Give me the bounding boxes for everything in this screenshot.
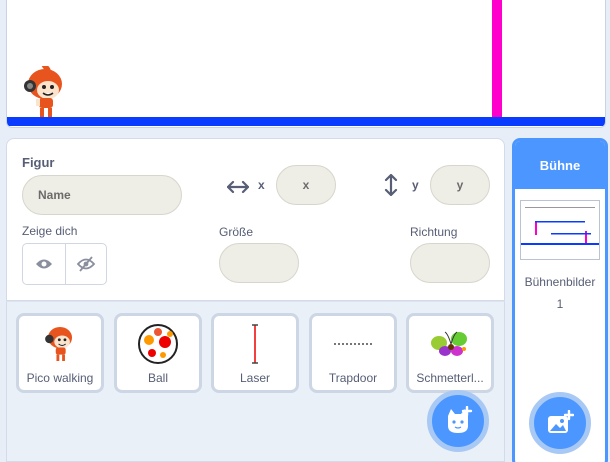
add-sprite-icon xyxy=(448,406,473,433)
size-input[interactable] xyxy=(219,243,299,283)
sprite-tile[interactable]: Schmetterl... xyxy=(406,313,494,393)
x-input[interactable]: x xyxy=(276,165,336,205)
ball-icon xyxy=(138,324,178,364)
eye-slash-icon xyxy=(76,256,95,272)
horizontal-arrow-icon xyxy=(227,180,249,194)
sprite-name: Pico walking xyxy=(26,371,94,385)
y-label: y xyxy=(412,178,419,192)
hide-sprite-button[interactable] xyxy=(64,244,107,284)
sprite-name: Laser xyxy=(239,371,271,385)
sprite-name: Trapdoor xyxy=(328,371,378,385)
trapdoor-icon xyxy=(334,343,372,345)
stage-floor xyxy=(7,117,605,126)
add-backdrop-icon xyxy=(548,410,574,433)
sprite-tile[interactable]: Pico walking xyxy=(16,313,104,393)
sprite-list: Pico walking Ball Laser Trapdoor Schmett… xyxy=(6,301,505,462)
add-backdrop-button[interactable] xyxy=(529,392,591,454)
stage-title: Bühne xyxy=(515,141,605,189)
sprite-tile[interactable]: Trapdoor xyxy=(309,313,397,393)
x-label: x xyxy=(258,178,265,192)
sprite-tile[interactable]: Laser xyxy=(211,313,299,393)
show-label: Zeige dich xyxy=(22,224,78,238)
y-input[interactable]: y xyxy=(430,165,490,205)
butterfly-icon xyxy=(431,331,467,356)
direction-input[interactable] xyxy=(410,243,490,283)
vertical-arrow-icon xyxy=(384,174,398,196)
show-sprite-button[interactable] xyxy=(23,244,65,284)
stage-selector[interactable]: Bühne Bühnenbilder 1 xyxy=(512,138,608,462)
sprite-info-panel: Figur Name x x y y Zeige dich Größe Rich… xyxy=(6,138,505,301)
stage-canvas[interactable] xyxy=(6,0,606,128)
pico-sprite[interactable] xyxy=(21,66,69,120)
visibility-toggle xyxy=(22,243,107,285)
backdrops-count: 1 xyxy=(556,297,564,311)
size-label: Größe xyxy=(219,225,254,239)
sprite-name-input[interactable]: Name xyxy=(22,175,182,215)
sprite-name: Schmetterl... xyxy=(416,371,484,385)
direction-label: Richtung xyxy=(410,225,458,239)
stage-thumbnail xyxy=(520,200,600,260)
sprite-tile[interactable]: Ball xyxy=(114,313,202,393)
stage-pole-sprite xyxy=(492,0,502,117)
eye-icon xyxy=(35,259,52,269)
sprite-name: Ball xyxy=(147,371,168,385)
laser-icon xyxy=(252,324,258,364)
add-sprite-button[interactable] xyxy=(427,390,489,452)
sprite-label: Figur xyxy=(22,155,55,170)
pico-icon xyxy=(45,327,73,361)
backdrops-label: Bühnenbilder xyxy=(524,275,596,289)
